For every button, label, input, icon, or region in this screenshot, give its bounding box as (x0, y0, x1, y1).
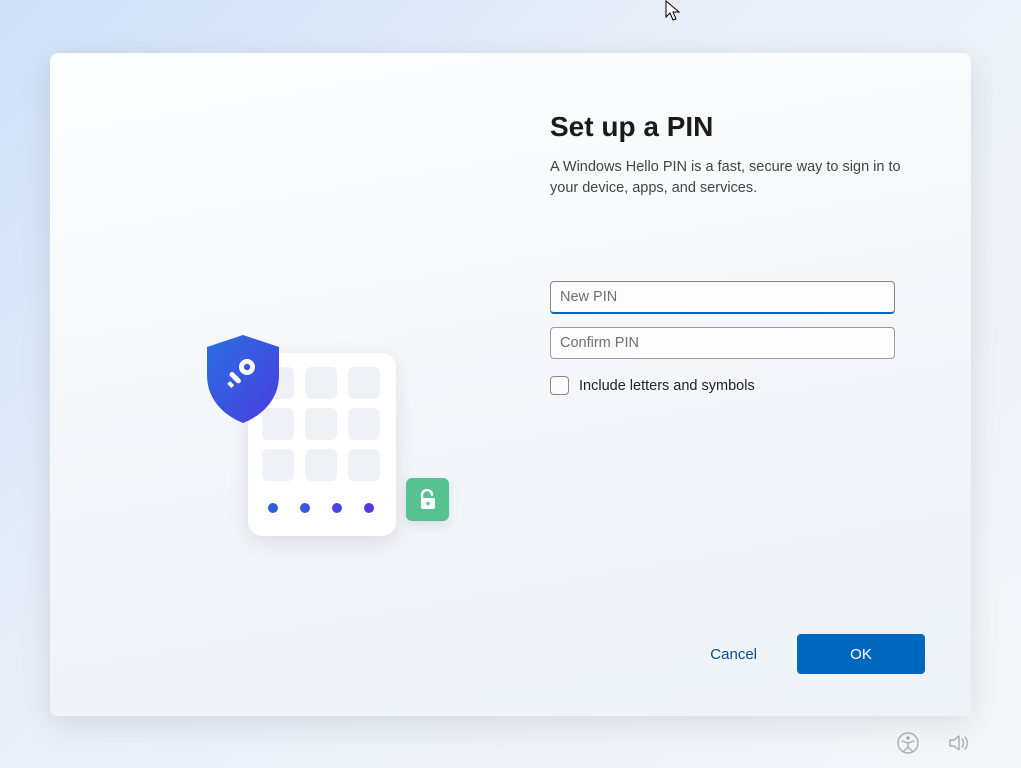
include-symbols-label: Include letters and symbols (579, 378, 755, 394)
dialog-title: Set up a PIN (550, 111, 921, 143)
shield-key-icon (201, 333, 286, 425)
ok-button[interactable]: OK (797, 634, 925, 674)
unlock-badge-icon (406, 478, 449, 521)
cursor-arrow-icon (665, 0, 681, 22)
pin-illustration (200, 293, 460, 553)
pin-dots-icon (268, 503, 382, 513)
volume-icon[interactable] (947, 732, 971, 754)
dialog-subtitle: A Windows Hello PIN is a fast, secure wa… (550, 157, 920, 199)
cancel-button[interactable]: Cancel (710, 646, 757, 663)
illustration-pane (50, 53, 540, 716)
dialog-buttons: Cancel OK (710, 634, 925, 674)
form-pane: Set up a PIN A Windows Hello PIN is a fa… (540, 53, 971, 716)
confirm-pin-input[interactable] (550, 327, 895, 359)
accessibility-icon[interactable] (897, 732, 919, 754)
new-pin-input[interactable] (550, 281, 895, 314)
include-symbols-checkbox[interactable] (550, 376, 569, 395)
system-tray (897, 732, 971, 754)
pin-setup-dialog: Set up a PIN A Windows Hello PIN is a fa… (50, 53, 971, 716)
